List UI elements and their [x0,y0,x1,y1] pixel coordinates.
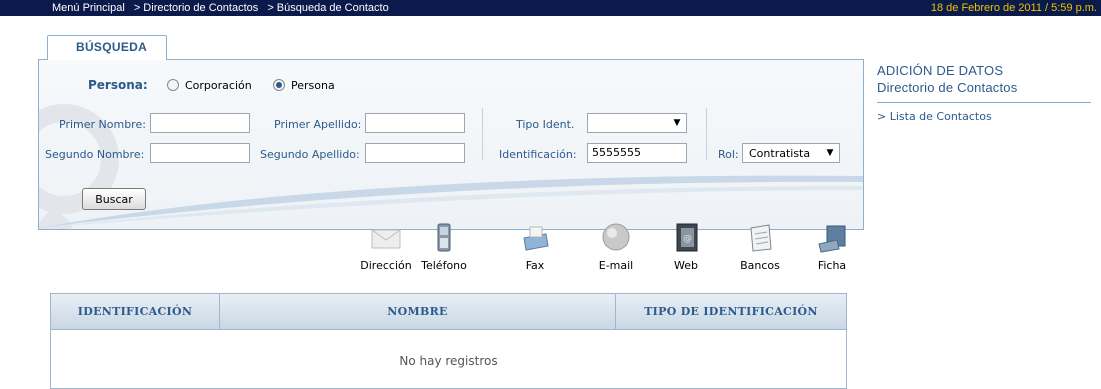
column-divider [482,108,483,160]
tool-bancos[interactable]: Bancos [730,222,790,278]
buscar-button[interactable]: Buscar [82,188,146,210]
fax-icon [523,226,549,251]
breadcrumb-menu-principal[interactable]: Menú Principal [52,2,125,14]
column-header-tipo[interactable]: TIPO DE IDENTIFICACIÓN [615,294,846,329]
tool-email[interactable]: E-mail [586,222,646,278]
phone-icon [437,223,451,252]
tab-busqueda[interactable]: BÚSQUEDA [47,35,167,60]
tool-direccion-label: Dirección [360,259,412,272]
rol-select[interactable]: Contratista ▼ [742,143,840,163]
panel-swoosh-decor [39,175,863,228]
tool-ficha-label: Ficha [817,259,847,272]
sidebar-divider [877,102,1091,103]
dropdown-arrow-icon: ▼ [673,118,681,128]
tool-web-label: Web [674,259,698,272]
column-header-nombre[interactable]: NOMBRE [219,294,615,329]
tipo-ident-label: Tipo Ident. [516,118,575,131]
tool-fax-label: Fax [525,259,545,272]
svg-text:@: @ [683,234,692,244]
column-divider [706,108,707,160]
radio-corporacion-label: Corporación [185,79,252,92]
identificacion-label: Identificación: [499,148,577,161]
primer-apellido-input[interactable] [365,113,465,133]
breadcrumb: Menú Principal > Directorio de Contactos… [52,0,395,16]
address-book-icon: @ [676,223,698,252]
globe-icon [602,223,630,251]
results-table: IDENTIFICACIÓN NOMBRE TIPO DE IDENTIFICA… [50,293,847,389]
tool-bancos-label: Bancos [740,259,780,272]
tool-fax[interactable]: Fax [505,222,565,278]
column-header-identificacion[interactable]: IDENTIFICACIÓN [51,294,219,329]
sidebar-title-line2: Directorio de Contactos [877,80,1018,95]
datetime: 18 de Febrero de 2011 / 5:59 p.m. [930,2,1097,14]
tipo-ident-select[interactable]: ▼ [587,113,687,133]
rol-label: Rol: [718,148,739,161]
primer-nombre-input[interactable] [150,113,250,133]
sidebar-title-line1: ADICIÓN DE DATOS [877,63,1004,78]
tool-telefono-label: Teléfono [421,259,467,272]
breadcrumb-busqueda: > Búsqueda de Contacto [267,2,389,14]
tool-email-label: E-mail [598,259,634,272]
segundo-nombre-input[interactable] [150,143,250,163]
sidebar-link-lista-contactos[interactable]: > Lista de Contactos [877,110,992,123]
persona-label: Persona: [88,78,148,92]
primer-nombre-label: Primer Nombre: [59,118,146,131]
sidebar-title: ADICIÓN DE DATOS Directorio de Contactos [877,62,1017,96]
radio-persona[interactable] [273,79,285,91]
identificacion-input[interactable]: 5555555 [587,143,687,163]
dropdown-arrow-icon: ▼ [826,148,834,158]
segundo-apellido-input[interactable] [365,143,465,163]
tool-direccion[interactable]: Dirección [356,222,416,278]
tool-telefono[interactable]: Teléfono [414,222,474,278]
tool-ficha[interactable]: Ficha [802,222,862,278]
table-header: IDENTIFICACIÓN NOMBRE TIPO DE IDENTIFICA… [51,294,846,330]
breadcrumb-directorio[interactable]: > Directorio de Contactos [134,2,258,14]
tab-busqueda-label: BÚSQUEDA [76,40,148,54]
notepad-icon [750,224,772,252]
radio-corporacion[interactable] [167,79,179,91]
top-bar: Menú Principal > Directorio de Contactos… [0,0,1101,16]
tool-web[interactable]: @ Web [656,222,716,278]
empty-message: No hay registros [399,354,498,368]
primer-apellido-label: Primer Apellido: [274,118,362,131]
envelope-icon [371,229,401,249]
segundo-nombre-label: Segundo Nombre: [45,148,145,161]
segundo-apellido-label: Segundo Apellido: [260,148,360,161]
rol-value: Contratista [749,147,811,160]
radio-persona-label: Persona [291,79,335,92]
computer-icon [818,225,846,253]
